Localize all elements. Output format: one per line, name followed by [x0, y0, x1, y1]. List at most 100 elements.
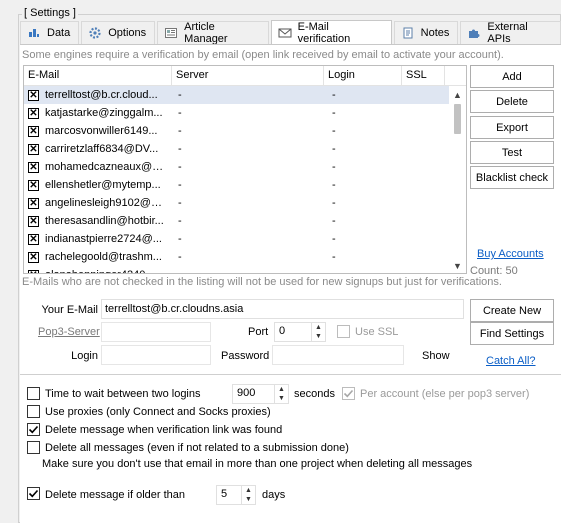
section-divider [20, 374, 561, 375]
port-value: 0 [279, 325, 286, 337]
per-account-checkbox[interactable] [342, 387, 355, 400]
server-cell: - [178, 215, 182, 227]
table-row[interactable]: ✕ angelinesleigh9102@s... - - [24, 194, 450, 212]
tab-data[interactable]: Data [20, 21, 80, 44]
table-row[interactable]: ✕ alanahenninger4240@... - - [24, 266, 450, 273]
use-ssl-checkbox[interactable] [337, 325, 350, 338]
table-row[interactable]: ✕ marcosvonwiller6149... - - [24, 122, 450, 140]
tab-notes[interactable]: Notes [393, 21, 459, 44]
email-cell: ✕ katjastarke@zinggalm... [24, 104, 172, 122]
table-row[interactable]: ✕ terrelltost@b.cr.cloud... - - [24, 86, 450, 104]
row-checkbox[interactable]: ✕ [28, 89, 39, 101]
email-grid[interactable]: E-Mail Server Login SSL ✕ terrelltost@b.c… [23, 65, 467, 274]
time-wait-stepper[interactable]: 900 ▲ ▼ [232, 384, 289, 404]
delete-all-checkbox[interactable] [27, 441, 40, 454]
tab-options[interactable]: Options [81, 21, 156, 44]
server-cell: - [178, 107, 182, 119]
email-cell: ✕ angelinesleigh9102@s... [24, 194, 172, 212]
table-row[interactable]: ✕ rachelegoold@trashm... - - [24, 248, 450, 266]
login-cell: - [332, 215, 336, 227]
stepper-up-icon[interactable]: ▲ [275, 385, 288, 394]
table-row[interactable]: ✕ katjastarke@zinggalm... - - [24, 104, 450, 122]
delete-older-checkbox[interactable] [27, 487, 40, 500]
table-row[interactable]: ✕ ellenshetler@mytemp... - - [24, 176, 450, 194]
stepper-down-icon[interactable]: ▼ [275, 394, 288, 403]
use-proxies-checkbox[interactable] [27, 405, 40, 418]
blacklist-check-button[interactable]: Blacklist check [470, 166, 554, 189]
row-checkbox[interactable]: ✕ [28, 107, 39, 119]
login-cell: - [324, 266, 402, 273]
time-wait-checkbox[interactable] [27, 387, 40, 400]
email-cell: ✕ marcosvonwiller6149... [24, 122, 172, 140]
row-checkbox[interactable]: ✕ [28, 269, 39, 273]
table-row[interactable]: ✕ theresasandlin@hotbir... - - [24, 212, 450, 230]
grid-vertical-scrollbar[interactable]: ▲ ▼ [449, 86, 466, 273]
table-row[interactable]: ✕ mohamedcazneaux@a... - - [24, 158, 450, 176]
row-checkbox[interactable]: ✕ [28, 143, 39, 155]
email-cell: ✕ theresasandlin@hotbir... [24, 212, 172, 230]
test-button[interactable]: Test [470, 141, 554, 164]
table-row[interactable]: ✕ carriretzlaff6834@DV... - - [24, 140, 450, 158]
your-email-field[interactable]: terrelltost@b.cr.cloudns.asia [101, 299, 464, 319]
info-text-bottom: E-Mails who are not checked in the listi… [22, 276, 502, 288]
checkmark-icon [343, 389, 354, 398]
login-cell: - [332, 233, 336, 245]
tab-notes-label: Notes [420, 27, 450, 39]
ssl-cell [402, 140, 445, 158]
port-stepper[interactable]: 0 ▲ ▼ [274, 322, 326, 342]
your-email-label: Your E-Mail [41, 304, 98, 316]
show-password-label[interactable]: Show [422, 350, 450, 362]
password-field[interactable] [272, 345, 404, 365]
password-label: Password [221, 350, 270, 362]
server-cell: - [178, 89, 182, 101]
pop3-server-link[interactable]: Pop3-Server [38, 326, 100, 338]
create-new-button[interactable]: Create New [470, 299, 554, 322]
tab-external-apis[interactable]: External APIs [460, 21, 561, 45]
server-cell: - [178, 197, 182, 209]
table-row[interactable]: ✕ indianastpierre2724@... - - [24, 230, 450, 248]
gears-icon [88, 26, 102, 40]
pop3-server-field[interactable] [101, 322, 211, 342]
row-checkbox[interactable]: ✕ [28, 233, 39, 245]
column-header-email[interactable]: E-Mail [24, 66, 172, 85]
row-checkbox[interactable]: ✕ [28, 197, 39, 209]
row-checkbox[interactable]: ✕ [28, 125, 39, 137]
tab-article-manager[interactable]: Article Manager [157, 21, 269, 45]
email-text: marcosvonwiller6149... [45, 125, 158, 137]
delete-older-stepper[interactable]: 5 ▲ ▼ [216, 485, 256, 505]
find-settings-button[interactable]: Find Settings [470, 322, 554, 345]
row-checkbox[interactable]: ✕ [28, 179, 39, 191]
buy-accounts-link[interactable]: Buy Accounts [477, 248, 544, 260]
row-checkbox[interactable]: ✕ [28, 215, 39, 227]
column-header-ssl[interactable]: SSL [402, 66, 445, 85]
port-stepper-arrows[interactable]: ▲ ▼ [311, 323, 325, 341]
checkmark-icon [28, 489, 39, 498]
export-button[interactable]: Export [470, 116, 554, 139]
delete-verification-checkbox[interactable] [27, 423, 40, 436]
row-checkbox[interactable]: ✕ [28, 161, 39, 173]
scroll-up-icon[interactable]: ▲ [452, 90, 463, 100]
delete-older-stepper-arrows[interactable]: ▲ ▼ [241, 486, 255, 504]
stepper-down-icon[interactable]: ▼ [242, 495, 255, 504]
delete-button[interactable]: Delete [470, 90, 554, 113]
stepper-up-icon[interactable]: ▲ [312, 323, 325, 332]
seconds-label: seconds [294, 388, 335, 400]
tab-external-apis-label: External APIs [487, 21, 528, 45]
scroll-down-icon[interactable]: ▼ [452, 261, 463, 271]
add-button[interactable]: Add [470, 65, 554, 88]
tab-email-verification[interactable]: E-Mail verification [270, 20, 392, 45]
column-header-server[interactable]: Server [172, 66, 324, 85]
row-checkbox[interactable]: ✕ [28, 251, 39, 263]
stepper-down-icon[interactable]: ▼ [312, 332, 325, 341]
scroll-thumb[interactable] [454, 104, 461, 134]
tab-article-manager-label: Article Manager [184, 21, 228, 45]
email-text: indianastpierre2724@... [45, 233, 162, 245]
time-wait-stepper-arrows[interactable]: ▲ ▼ [274, 385, 288, 403]
catch-all-link[interactable]: Catch All? [486, 355, 536, 367]
server-cell: - [178, 161, 182, 173]
stepper-up-icon[interactable]: ▲ [242, 486, 255, 495]
column-header-login[interactable]: Login [324, 66, 402, 85]
login-field[interactable] [101, 345, 211, 365]
ssl-cell [402, 176, 445, 194]
email-cell: ✕ rachelegoold@trashm... [24, 248, 172, 266]
